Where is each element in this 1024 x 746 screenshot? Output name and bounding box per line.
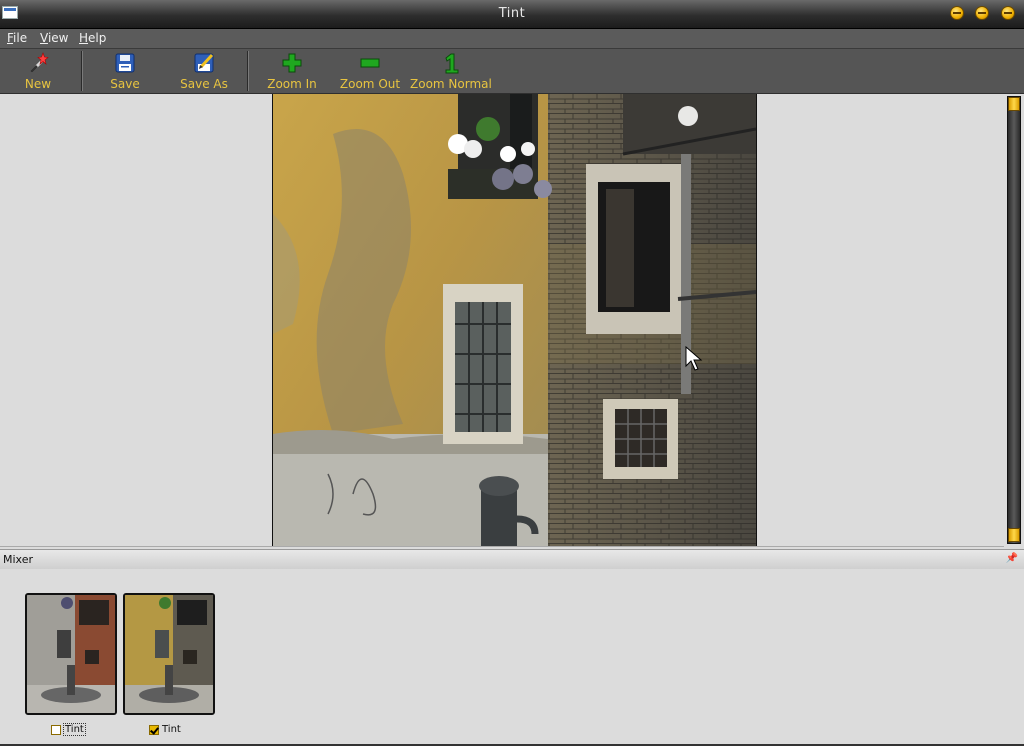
window-title: Tint <box>498 6 526 21</box>
toolbar-separator <box>81 51 83 91</box>
mixer-header: Mixer 📌 <box>0 549 1024 570</box>
close-icon[interactable] <box>1001 6 1015 20</box>
save-as-icon <box>193 52 215 74</box>
mixer-thumbnail[interactable] <box>123 593 215 715</box>
mixer-thumbnail[interactable] <box>25 593 117 715</box>
menu-file[interactable]: File <box>7 31 27 45</box>
scroll-up-icon[interactable] <box>1008 97 1020 111</box>
floppy-disk-icon <box>114 52 136 74</box>
vertical-scrollbar[interactable] <box>1004 94 1024 546</box>
new-button[interactable]: New <box>14 49 62 93</box>
mixer-checkbox[interactable]: Tint <box>51 723 86 738</box>
zoom-in-button[interactable]: Zoom In <box>264 49 320 93</box>
zoom-out-button[interactable]: Zoom Out <box>338 49 402 93</box>
pin-icon[interactable]: 📌 <box>1006 553 1018 564</box>
magic-wand-icon <box>27 52 49 74</box>
plus-icon <box>281 52 303 74</box>
menu-help[interactable]: Help <box>79 31 106 45</box>
toolbar: New Save Save As Zoom In Zoom Out Zoom N… <box>0 49 1024 94</box>
one-icon <box>439 52 461 74</box>
scroll-down-icon[interactable] <box>1008 528 1020 542</box>
menu-view[interactable]: View <box>40 31 68 45</box>
zoom-normal-button[interactable]: Zoom Normal <box>410 49 492 93</box>
checkbox-checked-icon[interactable] <box>149 724 159 735</box>
toolbar-separator <box>247 51 249 91</box>
scrollbar-track[interactable] <box>1007 96 1021 544</box>
checkbox-icon[interactable] <box>51 724 61 735</box>
menu-bar: File View Help <box>0 29 1024 49</box>
minus-icon <box>359 52 381 74</box>
image-view[interactable] <box>272 94 757 546</box>
mixer-checkbox[interactable]: Tint <box>149 724 181 738</box>
minimize-icon[interactable] <box>950 6 964 20</box>
image-canvas[interactable] <box>0 94 1004 547</box>
save-button[interactable]: Save <box>100 49 150 93</box>
maximize-icon[interactable] <box>975 6 989 20</box>
building-photo <box>273 94 756 546</box>
mixer-title: Mixer <box>3 553 34 566</box>
save-as-button[interactable]: Save As <box>176 49 232 93</box>
mixer-panel: Tint Tint <box>0 569 1024 744</box>
title-bar: Tint <box>0 0 1024 29</box>
